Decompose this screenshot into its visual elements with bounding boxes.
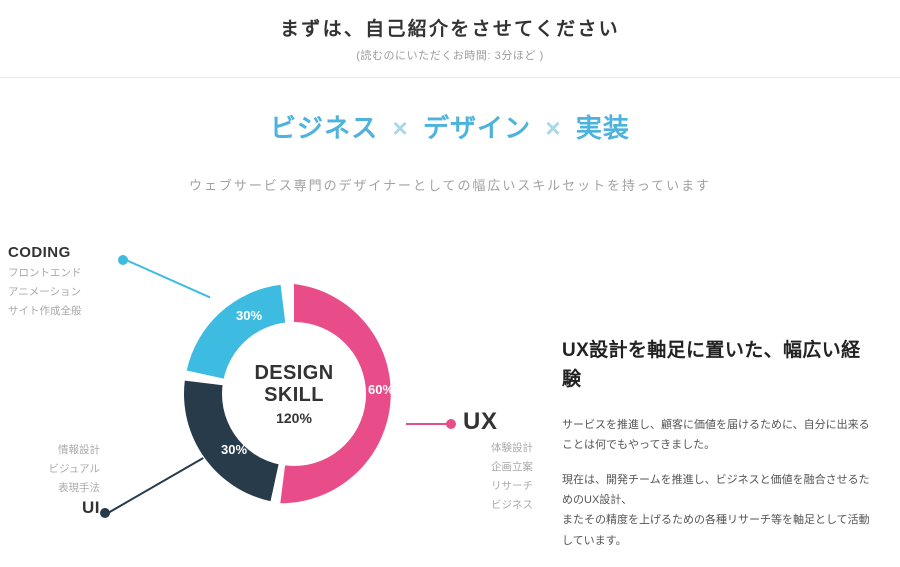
- center-title-2: SKILL: [264, 384, 324, 406]
- leader-line: [406, 423, 454, 425]
- percent-coding: 30%: [236, 308, 262, 323]
- label-ux: UX 体験設計 企画立案 リサーチ ビジネス: [463, 408, 533, 515]
- tagline: ビジネス × デザイン × 実装: [0, 108, 900, 145]
- divider: [0, 77, 900, 78]
- label-coding-title: CODING: [8, 244, 112, 261]
- skills-chart: DESIGN SKILL 120% 60% 30% 30% CODING フロン…: [18, 244, 538, 564]
- label-ui: 情報設計 ビジュアル 表現手法 UI: [30, 438, 100, 518]
- reading-time: (読むのにいただくお時間: 3分ほど ): [0, 47, 900, 63]
- label-ui-title: UI: [30, 498, 100, 518]
- percent-ui: 30%: [221, 442, 247, 457]
- subtagline: ウェブサービス専門のデザイナーとしての幅広いスキルセットを持っています: [0, 175, 900, 194]
- page-title: まずは、自己紹介をさせてください: [0, 14, 900, 41]
- tagline-sep-2: ×: [539, 113, 567, 143]
- label-ux-title: UX: [463, 408, 533, 436]
- center-total: 120%: [276, 410, 312, 426]
- center-title-1: DESIGN: [254, 362, 333, 384]
- desc-paragraph: サービスを推進し、顧客に価値を届けるために、自分に出来ることは何でもやってきまし…: [562, 415, 872, 456]
- label-ui-detail: 情報設計 ビジュアル 表現手法: [30, 441, 100, 498]
- description-column: UX設計を軸足に置いた、幅広い経験 サービスを推進し、顧客に価値を届けるために、…: [538, 244, 872, 564]
- intro-header: まずは、自己紹介をさせてください (読むのにいただくお時間: 3分ほど ): [0, 0, 900, 63]
- desc-paragraph: 現在は、開発チームを推進し、ビジネスと価値を融合させるためのUX設計、 またその…: [562, 470, 872, 551]
- percent-ux: 60%: [368, 382, 394, 397]
- label-ux-detail: 体験設計 企画立案 リサーチ ビジネス: [463, 439, 533, 515]
- label-coding: CODING フロントエンド アニメーション サイト作成全般: [8, 244, 112, 321]
- tagline-design: デザイン: [423, 113, 531, 143]
- tagline-business: ビジネス: [270, 113, 378, 143]
- tagline-implementation: 実装: [576, 113, 630, 143]
- tagline-sep-1: ×: [386, 113, 414, 143]
- desc-heading: UX設計を軸足に置いた、幅広い経験: [562, 336, 872, 395]
- label-coding-detail: フロントエンド アニメーション サイト作成全般: [8, 264, 112, 321]
